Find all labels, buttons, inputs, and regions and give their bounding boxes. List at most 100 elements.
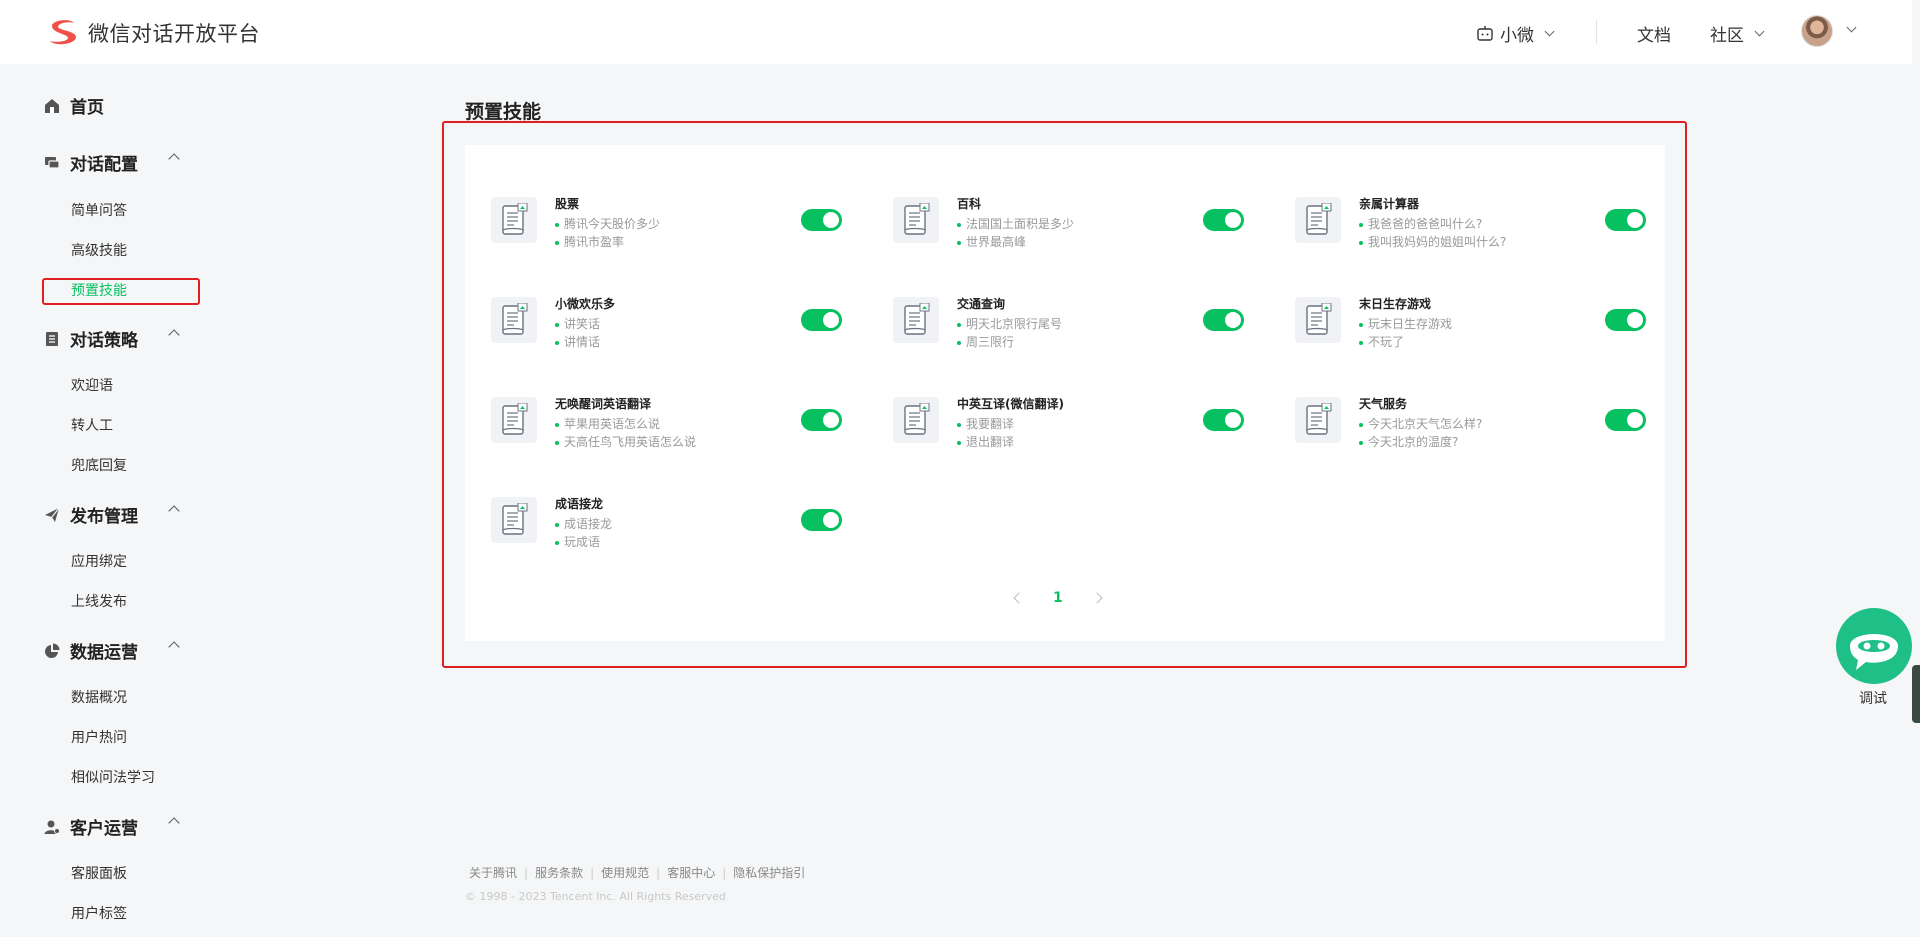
- skill-name: 成语接龙: [555, 497, 604, 511]
- sidebar-item-transfer-human[interactable]: 转人工: [71, 415, 113, 435]
- separator: |: [590, 865, 595, 880]
- sidebar-item-fallback-reply[interactable]: 兜底回复: [71, 455, 127, 475]
- sidebar-item-data-overview[interactable]: 数据概况: [71, 687, 127, 707]
- skill-example: 不玩了: [1359, 333, 1404, 350]
- skill-toggle[interactable]: [801, 309, 842, 331]
- skill-toggle[interactable]: [801, 209, 842, 231]
- sidebar-section-customer-ops[interactable]: 客户运营: [44, 814, 180, 839]
- skill-example: 周三限行: [957, 333, 1014, 350]
- chevron-down-icon: [1544, 26, 1555, 37]
- debug-label: 调试: [1859, 691, 1887, 707]
- skill-example: 腾讯市盈率: [555, 233, 624, 250]
- sidebar-item-service-panel[interactable]: 客服面板: [71, 863, 127, 883]
- docs-label: 文档: [1637, 26, 1671, 46]
- skill-toggle[interactable]: [1605, 209, 1646, 231]
- skill-example: 玩末日生存游戏: [1359, 315, 1452, 332]
- side-tab-handle[interactable]: [1912, 665, 1920, 723]
- skill-example: 今天北京天气怎么样?: [1359, 415, 1482, 432]
- highlight-box: [42, 278, 200, 305]
- chevron-down-icon[interactable]: [1846, 22, 1857, 33]
- sidebar-item-welcome[interactable]: 欢迎语: [71, 375, 113, 395]
- home-icon: [45, 98, 59, 113]
- skill-toggle[interactable]: [801, 409, 842, 431]
- strategy-icon: [46, 331, 58, 346]
- skill-example: 我叫我妈妈的姐姐叫什么?: [1359, 233, 1506, 250]
- document-icon: [491, 497, 537, 543]
- footer-link[interactable]: 关于腾讯: [469, 864, 517, 881]
- skill-example: 讲情话: [555, 333, 600, 350]
- document-icon: [491, 197, 537, 243]
- separator: |: [656, 865, 661, 880]
- community-menu[interactable]: 社区: [1710, 21, 1765, 46]
- debug-button[interactable]: [1836, 608, 1912, 684]
- header-divider: [1596, 20, 1597, 44]
- logo-icon[interactable]: [46, 17, 80, 47]
- sidebar-section-label: 客户运营: [70, 819, 138, 839]
- chevron-right-icon[interactable]: [1091, 592, 1103, 604]
- skill-toggle[interactable]: [1203, 209, 1244, 231]
- skill-toggle[interactable]: [1605, 409, 1646, 431]
- sidebar-section-publish[interactable]: 发布管理: [44, 502, 180, 527]
- chevron-up-icon: [168, 153, 180, 165]
- sidebar-item-similar-learning[interactable]: 相似问法学习: [71, 767, 155, 787]
- page-number[interactable]: 1: [1053, 590, 1063, 606]
- page-title: 预置技能: [465, 101, 542, 123]
- footer-link[interactable]: 服务条款: [535, 864, 583, 881]
- skill-name: 中英互译(微信翻译): [957, 397, 1064, 411]
- sidebar-section-chat-config[interactable]: 对话配置: [44, 150, 180, 175]
- sidebar-section-label: 对话策略: [70, 331, 138, 351]
- skill-example: 世界最高峰: [957, 233, 1026, 250]
- skill-item: 小微欢乐多 讲笑话 讲情话: [491, 297, 851, 367]
- brand-title[interactable]: 微信对话开放平台: [88, 18, 260, 48]
- bot-selector[interactable]: 小微: [1476, 21, 1555, 46]
- skill-toggle[interactable]: [1605, 309, 1646, 331]
- document-icon: [1295, 397, 1341, 443]
- sidebar-item-go-live[interactable]: 上线发布: [71, 591, 127, 611]
- chevron-up-icon: [168, 505, 180, 517]
- skill-item: 无唤醒词英语翻译 苹果用英语怎么说 天高任鸟飞用英语怎么说: [491, 397, 851, 467]
- sidebar-item-user-tags[interactable]: 用户标签: [71, 903, 127, 923]
- separator: |: [722, 865, 727, 880]
- sidebar: 首页 对话配置 简单问答 高级技能 预置技能 对话策略 欢迎语 转人工 兜底回复…: [0, 64, 230, 937]
- skill-name: 股票: [555, 197, 580, 211]
- skill-name: 天气服务: [1359, 397, 1408, 411]
- skill-toggle[interactable]: [1203, 309, 1244, 331]
- chatbot-icon: [1850, 634, 1898, 670]
- skill-name: 百科: [957, 197, 982, 211]
- skill-item: 成语接龙 成语接龙 玩成语: [491, 497, 851, 567]
- skill-item: 末日生存游戏 玩末日生存游戏 不玩了: [1295, 297, 1655, 367]
- chevron-up-icon: [168, 817, 180, 829]
- skill-toggle[interactable]: [801, 509, 842, 531]
- skill-example: 腾讯今天股价多少: [555, 215, 660, 232]
- sidebar-section-label: 数据运营: [70, 643, 138, 663]
- sidebar-item-home[interactable]: 首页: [44, 93, 104, 118]
- skill-name: 小微欢乐多: [555, 297, 616, 311]
- skill-example: 明天北京限行尾号: [957, 315, 1062, 332]
- sidebar-item-simple-qa[interactable]: 简单问答: [71, 200, 127, 220]
- sidebar-section-label: 首页: [70, 98, 104, 118]
- skill-item: 亲属计算器 我爸爸的爸爸叫什么? 我叫我妈妈的姐姐叫什么?: [1295, 197, 1655, 267]
- chevron-down-icon: [1754, 26, 1765, 37]
- robot-icon: [1477, 25, 1493, 41]
- skill-toggle[interactable]: [1203, 409, 1244, 431]
- sidebar-section-strategy[interactable]: 对话策略: [44, 326, 180, 351]
- document-icon: [491, 397, 537, 443]
- sidebar-item-advanced-skills[interactable]: 高级技能: [71, 240, 127, 260]
- document-icon: [893, 397, 939, 443]
- footer-link[interactable]: 使用规范: [601, 864, 649, 881]
- avatar[interactable]: [1801, 15, 1833, 47]
- footer-link[interactable]: 客服中心: [667, 864, 715, 881]
- chevron-left-icon[interactable]: [1013, 592, 1025, 604]
- sidebar-section-data-ops[interactable]: 数据运营: [44, 638, 180, 663]
- skill-item: 股票腾讯今天股价多少 腾讯市盈率: [491, 197, 851, 267]
- docs-link[interactable]: 文档: [1637, 21, 1671, 46]
- footer-link[interactable]: 隐私保护指引: [733, 864, 805, 881]
- skill-example: 今天北京的温度?: [1359, 433, 1458, 450]
- skill-item: 百科 法国国土面积是多少 世界最高峰: [893, 197, 1253, 267]
- skill-example: 苹果用英语怎么说: [555, 415, 660, 432]
- sidebar-item-hot-questions[interactable]: 用户热问: [71, 727, 127, 747]
- sidebar-item-app-binding[interactable]: 应用绑定: [71, 551, 127, 571]
- top-header: 微信对话开放平台 小微 文档 社区: [0, 0, 1912, 64]
- separator: |: [524, 865, 529, 880]
- document-icon: [893, 297, 939, 343]
